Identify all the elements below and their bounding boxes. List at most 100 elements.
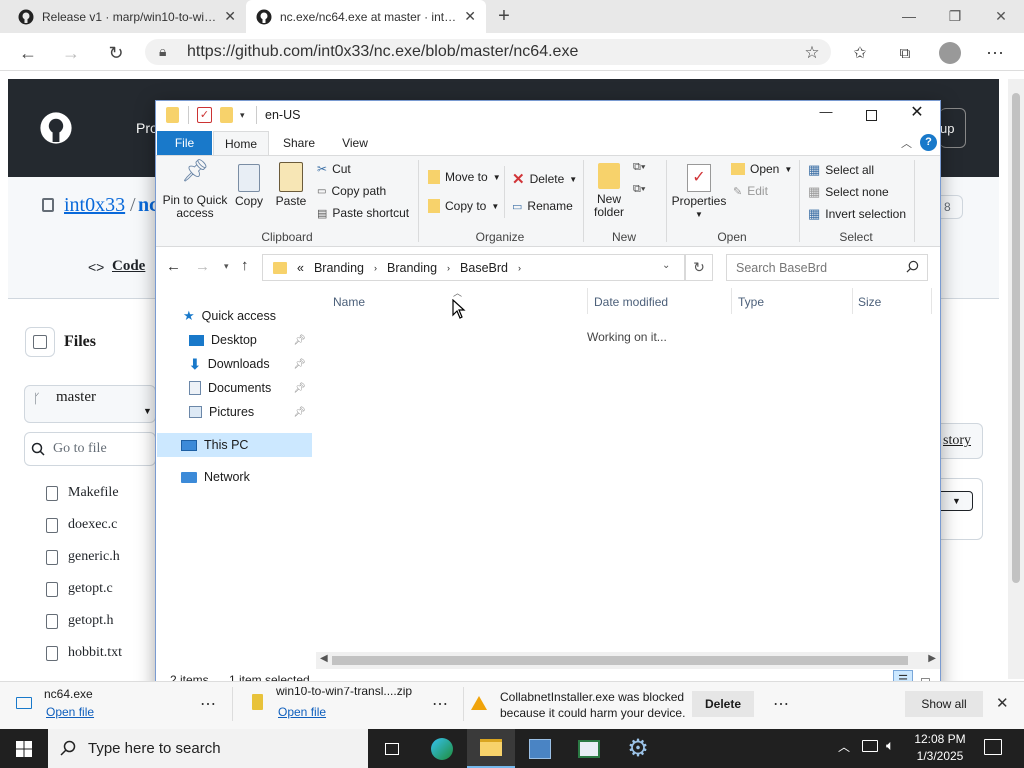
file-item[interactable]: getopt.c	[46, 577, 113, 601]
column-separator[interactable]	[587, 288, 588, 314]
open-button[interactable]: Open ▼	[731, 162, 792, 176]
repo-owner-link[interactable]: int0x33	[64, 194, 125, 217]
nav-network[interactable]: Network	[157, 465, 312, 489]
tab-home[interactable]: Home	[213, 131, 269, 155]
nav-downloads[interactable]: ⬇ Downloads 📌︎	[157, 352, 312, 376]
breadcrumb-chevron-icon[interactable]: ›	[447, 263, 450, 273]
nav-desktop[interactable]: Desktop 📌︎	[157, 328, 312, 352]
taskbar-search[interactable]: Type here to search	[48, 729, 368, 768]
favorites-icon[interactable]: ✩	[847, 40, 873, 66]
delete-download-button[interactable]: Delete	[692, 691, 754, 717]
column-size[interactable]: Size	[858, 292, 881, 312]
close-downloads-bar-icon[interactable]: ✕	[996, 694, 1009, 712]
properties-button[interactable]: ✓ Properties ▼	[670, 164, 728, 221]
restore-icon[interactable]: ❐	[932, 4, 978, 28]
more-options-icon[interactable]: ⋯	[773, 694, 789, 714]
tab-share[interactable]: Share	[272, 131, 326, 155]
collections-icon[interactable]: ⧉	[892, 40, 918, 66]
rename-button[interactable]: ▭ Rename	[512, 199, 573, 213]
nav-documents[interactable]: Documents 📌︎	[157, 376, 312, 400]
tab-file[interactable]: File	[157, 131, 212, 155]
file-item[interactable]: getopt.h	[46, 609, 114, 633]
file-item[interactable]: generic.h	[46, 545, 120, 569]
paste-shortcut-button[interactable]: ▤ Paste shortcut	[317, 206, 409, 220]
help-icon[interactable]: ?	[920, 134, 937, 151]
show-hidden-icons-chevron-icon[interactable]: ︿	[838, 738, 850, 755]
nav-quick-access[interactable]: ★ Quick access	[157, 304, 312, 328]
breadcrumb-chevron-icon[interactable]: ›	[518, 263, 521, 273]
minimize-icon[interactable]: —	[886, 4, 932, 28]
column-separator[interactable]	[852, 288, 853, 314]
more-options-icon[interactable]: ⋯	[200, 694, 216, 714]
branch-selector[interactable]: ᚴ master ▼	[24, 385, 156, 423]
nav-this-pc[interactable]: This PC	[157, 433, 312, 457]
search-box[interactable]: Search BaseBrd	[726, 254, 928, 281]
select-all-button[interactable]: ▦ Select all	[808, 162, 874, 178]
minimize-icon[interactable]: —	[812, 104, 840, 126]
new-tab-icon[interactable]: +	[492, 4, 516, 28]
action-center-icon[interactable]	[984, 739, 1002, 755]
settings-gear-icon[interactable]: ⚙	[614, 729, 662, 768]
scrollbar-thumb[interactable]	[332, 656, 908, 665]
close-icon[interactable]: ✕	[978, 4, 1024, 28]
network-tray-icon[interactable]	[862, 740, 878, 752]
copy-path-button[interactable]: ▭ Copy path	[317, 184, 386, 198]
close-tab-icon[interactable]: ✕	[224, 8, 236, 25]
app-window-icon[interactable]	[565, 729, 613, 768]
file-item[interactable]: hobbit.txt	[46, 641, 122, 665]
scroll-left-icon[interactable]: ◀	[320, 653, 328, 664]
tab-code[interactable]: Code	[112, 258, 145, 275]
refresh-icon[interactable]: ↻	[685, 254, 713, 281]
breadcrumb-overflow[interactable]: «	[297, 261, 304, 275]
open-file-link[interactable]: Open file	[278, 705, 326, 719]
browser-tab-release[interactable]: Release v1 · marp/win10-to-win7 ✕	[8, 0, 246, 33]
forward-icon[interactable]: →	[195, 258, 210, 275]
file-item[interactable]: Makefile	[46, 481, 119, 505]
go-to-file-input[interactable]: Go to file	[24, 432, 156, 466]
file-item[interactable]: doexec.c	[46, 513, 117, 537]
column-name[interactable]: Name	[333, 292, 365, 312]
page-scrollbar[interactable]	[1008, 79, 1024, 679]
easy-access-icon[interactable]: ⧉▾	[633, 183, 645, 196]
quick-access-toolbar-dropdown-icon[interactable]: ▾	[240, 110, 245, 121]
horizontal-scrollbar[interactable]: ◀ ▶	[316, 652, 940, 669]
back-icon[interactable]: ←	[166, 258, 181, 275]
more-options-icon[interactable]: ⋯	[432, 694, 448, 714]
move-to-button[interactable]: Move to ▼	[428, 170, 501, 184]
address-bar[interactable]: 🔒︎ https://github.com/int0x33/nc.exe/blo…	[145, 39, 831, 65]
edit-button[interactable]: ✎ Edit	[733, 184, 768, 198]
column-type[interactable]: Type	[738, 292, 764, 312]
breadcrumb-chevron-icon[interactable]: ›	[374, 263, 377, 273]
address-history-chevron-icon[interactable]: ⌄	[662, 260, 670, 271]
star-count-badge[interactable]: 8	[941, 195, 963, 219]
scroll-right-icon[interactable]: ▶	[928, 653, 936, 664]
show-all-downloads-button[interactable]: Show all	[905, 691, 983, 717]
address-bar[interactable]: « Branding › Branding › BaseBrd ›	[262, 254, 685, 281]
cut-button[interactable]: ✂ Cut	[317, 162, 351, 176]
new-item-icon[interactable]: ⧉▾	[633, 161, 645, 174]
column-separator[interactable]	[731, 288, 732, 314]
collapse-ribbon-icon[interactable]: ︿	[901, 135, 912, 151]
copy-to-button[interactable]: Copy to ▼	[428, 199, 499, 213]
favorite-star-icon[interactable]: ☆	[799, 40, 825, 66]
back-icon[interactable]: ←	[15, 40, 41, 66]
close-icon[interactable]: ✕	[903, 102, 931, 126]
select-none-button[interactable]: ▦ Select none	[808, 184, 889, 200]
history-button[interactable]: story	[941, 423, 983, 459]
start-button[interactable]	[0, 729, 48, 768]
signup-button[interactable]: up	[940, 108, 966, 148]
nav-pictures[interactable]: Pictures 📌︎	[157, 400, 312, 424]
refresh-icon[interactable]: ↻	[103, 40, 129, 66]
more-options-chevron-icon[interactable]: ▼	[941, 491, 973, 511]
delete-button[interactable]: ✕ Delete ▼	[512, 170, 577, 188]
breadcrumb-item[interactable]: Branding	[387, 261, 437, 275]
paste-button[interactable]: Paste	[272, 162, 310, 208]
new-folder-quick-icon[interactable]	[220, 107, 233, 123]
edge-icon[interactable]	[418, 729, 466, 768]
tab-view[interactable]: View	[330, 131, 380, 155]
close-tab-icon[interactable]: ✕	[464, 8, 476, 25]
breadcrumb-item[interactable]: Branding	[314, 261, 364, 275]
clock[interactable]: 12:08 PM 1/3/2025	[910, 731, 970, 765]
task-view-icon[interactable]	[368, 729, 416, 768]
github-logo-icon[interactable]	[40, 112, 72, 144]
